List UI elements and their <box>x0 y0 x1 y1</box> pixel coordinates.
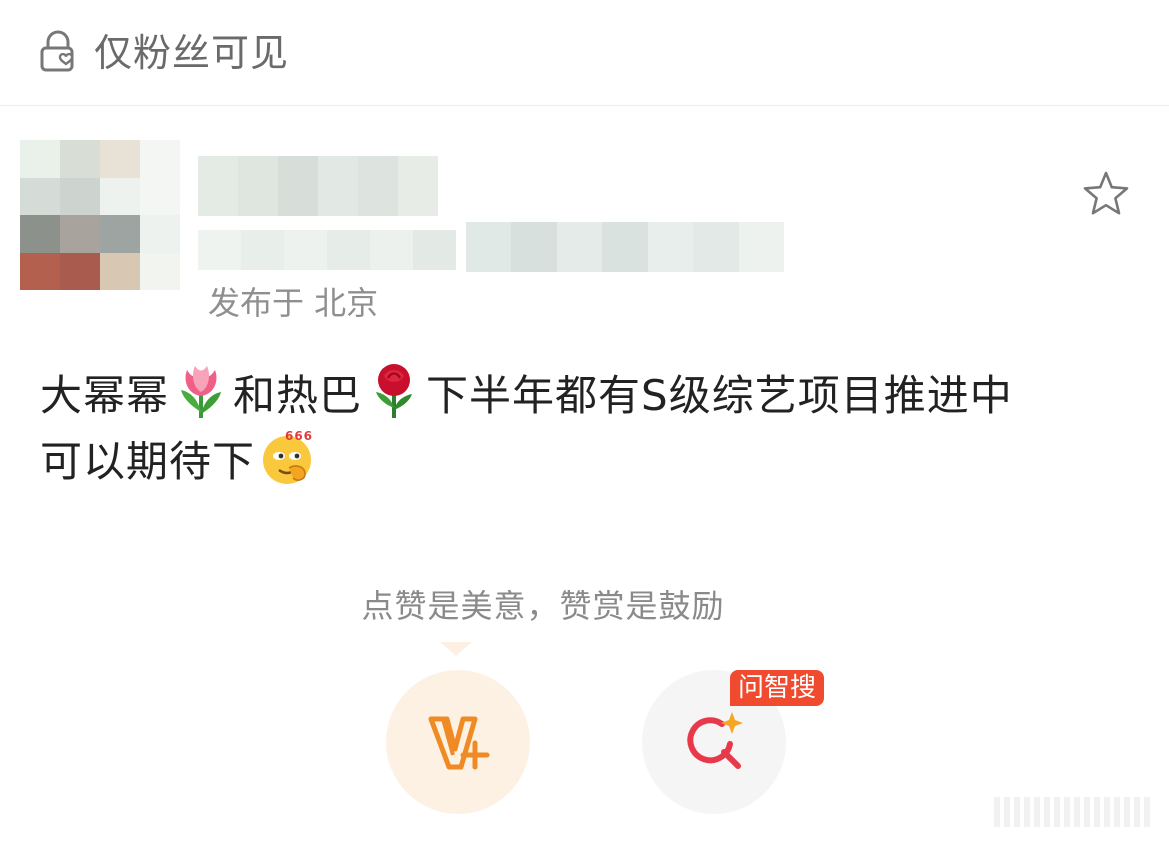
reward-button[interactable] <box>386 670 530 814</box>
reward-tip: 点赞是美意，赞赏是鼓励 <box>361 587 725 625</box>
avatar[interactable] <box>20 140 180 290</box>
post-text-segment: 可以期待下 <box>40 437 256 486</box>
user-info-blurred <box>198 230 456 270</box>
username-blurred[interactable] <box>198 156 438 216</box>
post-text-segment: 下半年都有S级综艺项目推进中 <box>426 371 1013 420</box>
post-text-segment: 大幂幂 <box>40 371 170 420</box>
666-emoji: 666 <box>263 429 313 484</box>
visibility-bar: 仅粉丝可见 <box>0 0 1169 106</box>
v-plus-icon <box>428 716 490 770</box>
post-location: 发布于 北京 <box>208 284 379 322</box>
tulip-emoji <box>181 366 222 418</box>
post-content: 大幂幂 和热巴 下半年都有S级综艺项目推进中可以期待下 666 <box>40 362 1140 494</box>
lock-heart-icon <box>40 30 74 72</box>
rose-emoji <box>376 364 413 418</box>
visibility-label: 仅粉丝可见 <box>94 31 290 75</box>
ai-search-icon <box>687 712 743 769</box>
post-text-segment: 和热巴 <box>233 371 363 420</box>
watermark-strip <box>900 797 1150 827</box>
svg-text:666: 666 <box>285 429 313 443</box>
tip-arrow <box>440 642 472 656</box>
ai-search-badge: 问智搜 <box>730 670 825 706</box>
source-blurred <box>466 222 784 272</box>
star-icon[interactable] <box>1080 168 1132 220</box>
